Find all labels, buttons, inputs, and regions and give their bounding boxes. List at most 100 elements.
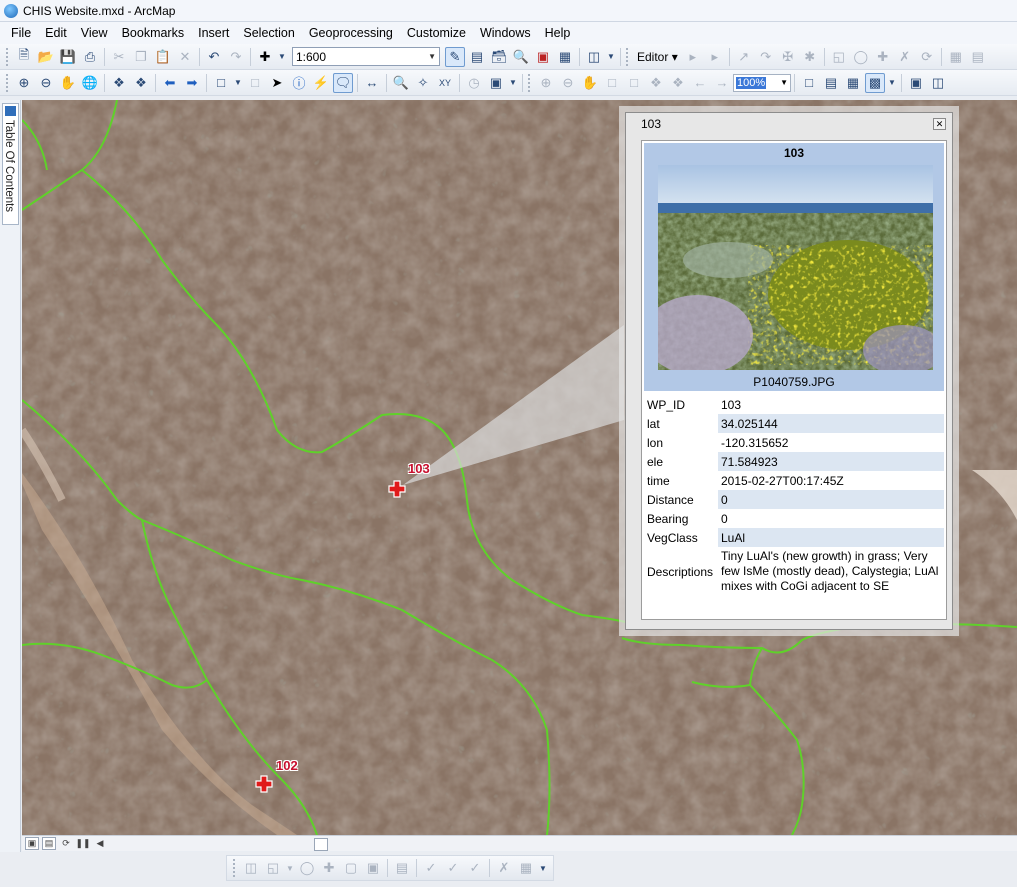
validate-selection-icon[interactable]: ✓ [465,858,485,878]
layout-zoom-in-icon[interactable]: ⊕ [536,73,556,93]
identify-icon[interactable]: ⓘ [289,73,309,93]
pause-drawing-icon[interactable]: ❚❚ [75,837,90,850]
show-shared-features-icon[interactable]: ◯ [297,858,317,878]
delete-icon[interactable]: ✕ [175,47,195,67]
scrollbar-thumb[interactable] [314,837,328,851]
menu-insert[interactable]: Insert [191,22,236,44]
clear-selection-icon[interactable]: □ [245,73,265,93]
end-point-arc-icon[interactable]: ↷ [756,47,776,67]
popup-title-bar[interactable]: 103 [626,113,952,135]
edit-annotation-icon[interactable]: ▸ [705,47,725,67]
horizontal-scrollbar[interactable] [114,837,1004,851]
toolbar-grip[interactable] [528,73,531,92]
model-builder-icon[interactable]: ◫ [584,47,604,67]
save-icon[interactable]: 💾 [58,47,78,67]
data-view-icon[interactable]: ▣ [25,837,39,850]
hyperlink-icon[interactable]: ⚡ [311,73,331,93]
straight-segment-icon[interactable]: ↗ [734,47,754,67]
fix-topology-error-icon[interactable]: ✗ [494,858,514,878]
change-layout-icon[interactable]: ▦ [843,73,863,93]
select-dropdown-icon[interactable]: ▼ [233,73,243,93]
layout-fixed-out-icon[interactable]: ❖ [668,73,688,93]
validate-topology-icon[interactable]: ✓ [421,858,441,878]
search-window-icon[interactable]: 🔍 [511,47,531,67]
toolbar-overflow-icon[interactable]: ▼ [508,73,518,93]
fixed-zoom-in-icon[interactable]: ❖ [109,73,129,93]
redo-icon[interactable]: ↷ [226,47,246,67]
cut-icon[interactable]: ✂ [109,47,129,67]
rotate-icon[interactable]: ⟳ [917,47,937,67]
menu-windows[interactable]: Windows [473,22,538,44]
menu-edit[interactable]: Edit [38,22,74,44]
table-of-contents-tab[interactable]: Table Of Contents [2,103,19,225]
table-of-contents-icon[interactable]: ▤ [467,47,487,67]
html-popup-window[interactable]: 103 ✕ 103 P1040759.JPG WP_ID 103 lat 34.… [625,112,953,630]
add-data-icon[interactable]: ✚ [255,47,275,67]
arctoolbox-icon[interactable]: ▣ [533,47,553,67]
refresh-icon[interactable]: ⟳ [59,837,73,850]
modify-edge-icon[interactable]: ▢ [341,858,361,878]
toggle-draft-mode-icon[interactable]: □ [799,73,819,93]
cut-polygons-icon[interactable]: ✚ [873,47,893,67]
toolbar-overflow-icon[interactable]: ▼ [606,47,616,67]
layout-pan-icon[interactable]: ✋ [580,73,600,93]
sketch-properties-icon[interactable]: ▤ [968,47,988,67]
toolbar-grip[interactable] [626,47,629,66]
editor-toolbar-icon[interactable]: ✎ [445,46,465,67]
layout-fixed-in-icon[interactable]: ❖ [646,73,666,93]
map-scale-combo[interactable]: 1:600 ▼ [292,47,440,66]
point-icon[interactable]: ✱ [800,47,820,67]
menu-help[interactable]: Help [538,22,578,44]
fixed-zoom-out-icon[interactable]: ❖ [131,73,151,93]
align-edge-icon[interactable]: ✚ [319,858,339,878]
attributes-icon[interactable]: ▦ [946,47,966,67]
menu-customize[interactable]: Customize [400,22,473,44]
toolbar-grip[interactable] [6,47,9,66]
copy-icon[interactable]: ❐ [131,47,151,67]
georef-layer-icon[interactable]: ◫ [928,73,948,93]
pan-icon[interactable]: ✋ [58,73,78,93]
html-popup-icon[interactable]: 🗨 [333,72,353,93]
catalog-icon[interactable]: 🗃 [489,47,509,67]
map-topology-icon[interactable]: ◫ [241,858,261,878]
layout-view-icon[interactable]: ▤ [42,837,56,850]
toolbar-overflow-icon[interactable]: ▼ [887,73,897,93]
toolbar-overflow-icon[interactable]: ▼ [538,858,548,878]
go-back-icon[interactable]: ⬅ [160,73,180,93]
toolbar-grip[interactable] [233,859,236,877]
trace-icon[interactable]: ✠ [778,47,798,67]
add-data-dropdown-icon[interactable]: ▼ [277,47,287,67]
create-viewer-window-icon[interactable]: ▣ [486,73,506,93]
new-document-icon[interactable]: 🗎 [14,47,34,67]
close-icon[interactable]: ✕ [933,118,946,130]
split-icon[interactable]: ✗ [895,47,915,67]
menu-selection[interactable]: Selection [236,22,301,44]
topology-edit-icon[interactable]: ◱ [263,858,283,878]
select-features-icon[interactable]: □ [211,73,231,93]
point-marker-103[interactable] [388,480,406,498]
zoom-out-icon[interactable]: ⊖ [36,73,56,93]
paste-icon[interactable]: 📋 [153,47,173,67]
undo-icon[interactable]: ↶ [204,47,224,67]
layout-zoom-100-icon[interactable]: □ [624,73,644,93]
measure-icon[interactable]: ↔ [362,73,382,93]
select-elements-icon[interactable]: ➤ [267,73,287,93]
layout-zoom-combo[interactable]: 100% ▼ [733,73,791,92]
validate-extent-icon[interactable]: ✓ [443,858,463,878]
layout-forward-icon[interactable]: → [712,73,732,93]
toolbar-grip[interactable] [6,73,9,92]
find-route-icon[interactable]: ✧ [413,73,433,93]
construct-features-icon[interactable]: ▤ [392,858,412,878]
topology-dropdown-icon[interactable]: ▼ [285,858,295,878]
layout-zoom-out-icon[interactable]: ⊖ [558,73,578,93]
focus-data-frame-icon[interactable]: ▤ [821,73,841,93]
zoom-in-icon[interactable]: ⊕ [14,73,34,93]
find-icon[interactable]: 🔍 [391,73,411,93]
data-driven-pages-icon[interactable]: ▩ [865,72,885,93]
chevron-down-icon[interactable]: ▼ [780,78,788,87]
layout-back-icon[interactable]: ← [690,73,710,93]
edit-vertices-icon[interactable]: ◱ [829,47,849,67]
scroll-left-icon[interactable]: ◀ [93,837,107,850]
python-window-icon[interactable]: ▦ [555,47,575,67]
time-slider-icon[interactable]: ◷ [464,73,484,93]
